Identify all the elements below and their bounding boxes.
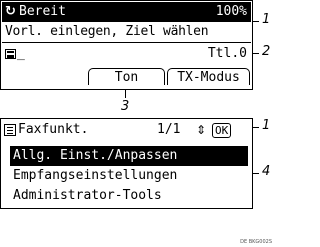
- fax-features-screen: Faxfunkt. 1/1 ⇕ OK Allg. Einst./Anpassen…: [0, 118, 253, 209]
- tx-modus-softkey[interactable]: TX-Modus: [167, 68, 250, 85]
- status-icon: ↻: [5, 4, 16, 19]
- status-text: Bereit: [19, 4, 66, 19]
- leader-3: [125, 90, 126, 98]
- input-cursor: _: [17, 46, 25, 61]
- page-indicator: 1/1: [157, 122, 181, 137]
- total-counter: Ttl.0: [207, 46, 247, 61]
- menu-icon: [4, 124, 16, 136]
- leader-1-bottom: [252, 127, 259, 128]
- message-line: Vorl. einlegen, Ziel wählen: [2, 22, 251, 43]
- ok-button[interactable]: OK: [212, 123, 232, 138]
- callout-3: 3: [121, 99, 130, 114]
- menu-item-administrator-tools[interactable]: Administrator-Tools: [10, 186, 248, 206]
- menu-title-bar: Faxfunkt. 1/1 ⇕ OK: [2, 120, 251, 140]
- fax-icon: [5, 49, 16, 59]
- memory-percent: 100%: [215, 4, 247, 19]
- leader-2: [252, 53, 259, 54]
- status-bar: ↻ Bereit 100%: [2, 2, 251, 22]
- scroll-arrows-icon[interactable]: ⇕: [196, 120, 206, 140]
- callout-1-top: 1: [262, 12, 271, 27]
- message-text: Vorl. einlegen, Ziel wählen: [5, 24, 209, 39]
- standby-screen: ↻ Bereit 100% Vorl. einlegen, Ziel wähle…: [0, 0, 253, 90]
- menu-item-empfangseinstellungen[interactable]: Empfangseinstellungen: [10, 166, 248, 186]
- figure-code: DE BKG002S: [240, 239, 272, 245]
- destination-input[interactable]: _ Ttl.0: [2, 44, 251, 64]
- leader-4: [252, 173, 259, 174]
- menu-item-allg-einst[interactable]: Allg. Einst./Anpassen: [10, 146, 248, 166]
- callout-1-bottom: 1: [262, 118, 271, 133]
- callout-4: 4: [262, 164, 271, 179]
- callout-2: 2: [262, 44, 271, 59]
- leader-1: [252, 21, 259, 22]
- softkey-bar: Ton TX-Modus: [2, 65, 251, 86]
- ton-softkey[interactable]: Ton: [88, 68, 165, 85]
- menu-title: Faxfunkt.: [18, 122, 89, 137]
